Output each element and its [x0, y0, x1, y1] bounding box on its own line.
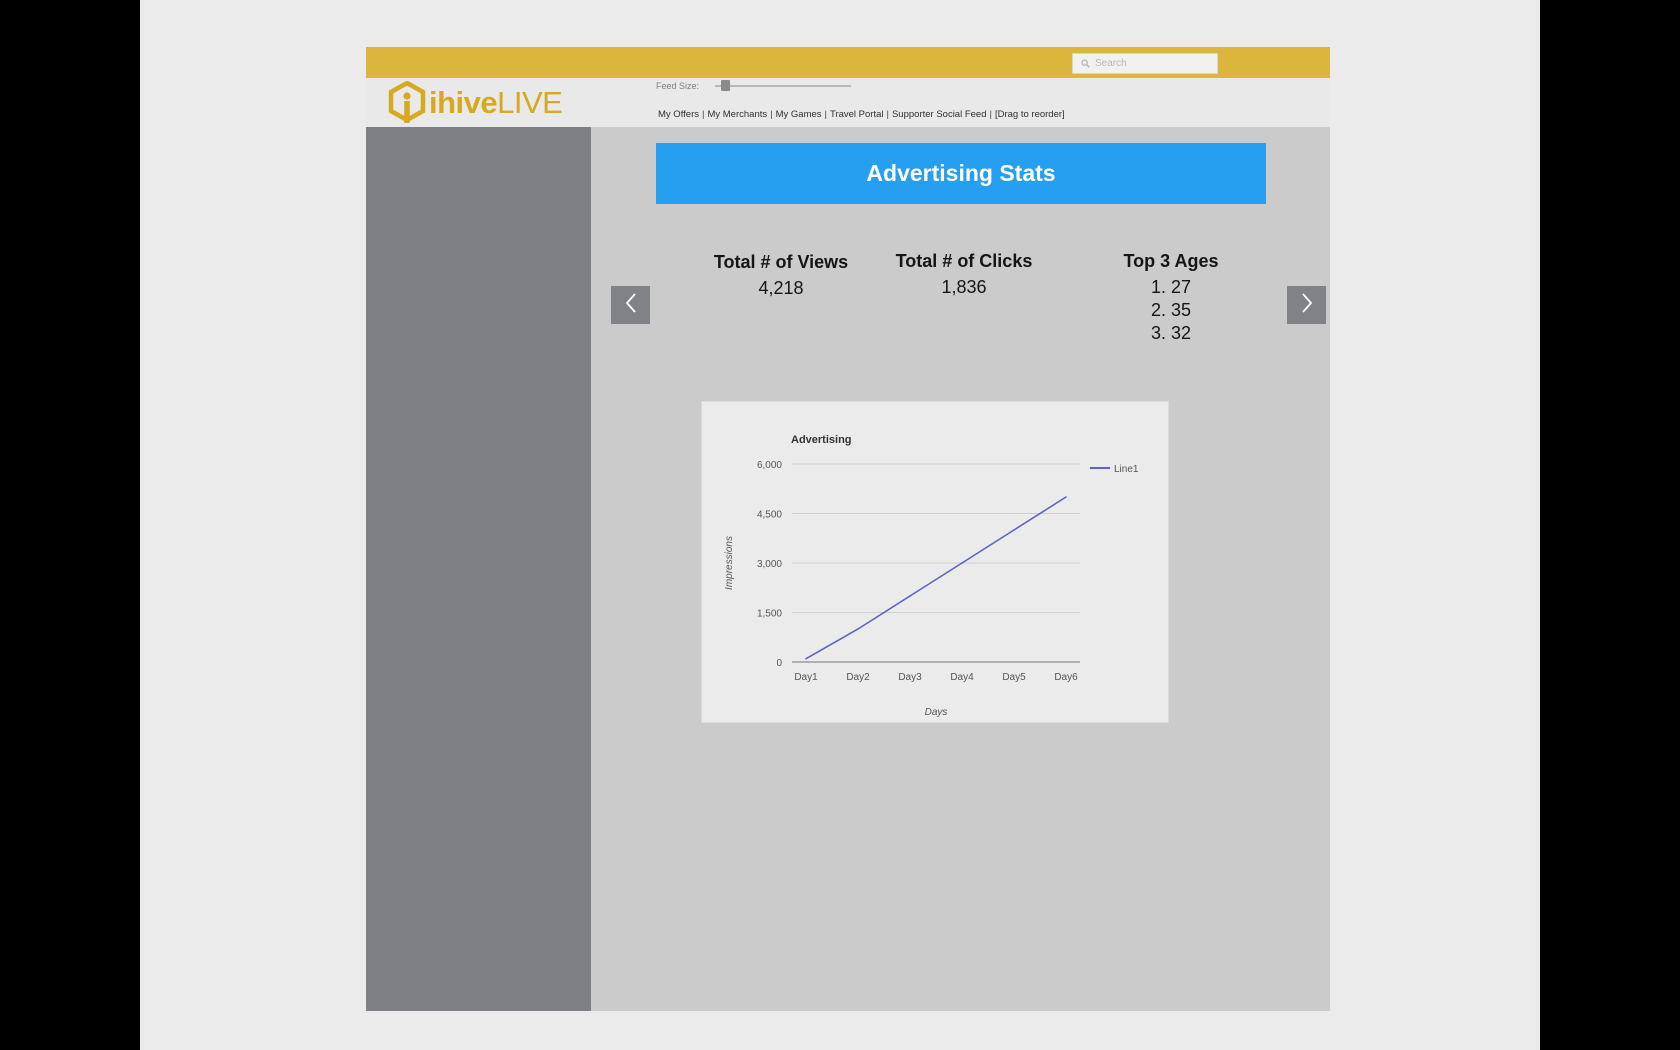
top-bar: [366, 47, 1330, 78]
x-axis-label: Days: [925, 707, 948, 718]
stat-ages-title: Top 3 Ages: [1123, 251, 1219, 271]
app-window: ihiveLIVE Feed Size: My Offers | My Merc…: [366, 47, 1330, 1011]
feed-size-label: Feed Size:: [656, 81, 700, 91]
nav-link-supporter-social-feed[interactable]: Supporter Social Feed: [892, 109, 987, 120]
chevron-right-icon: [1300, 292, 1314, 318]
y-tick-label: 3,000: [757, 559, 782, 570]
nav-links: My Offers | My Merchants | My Games | Tr…: [658, 109, 1065, 120]
series-line: [805, 496, 1067, 660]
y-tick-label: 0: [776, 658, 782, 669]
x-tick-label: Day2: [846, 672, 870, 683]
age-item: 1. 27: [1150, 277, 1192, 297]
nav-link-my-games[interactable]: My Games: [776, 109, 822, 120]
x-tick-label: Day6: [1054, 672, 1078, 683]
stat-ages: Top 3 Ages 1. 27 2. 35 3. 32: [1106, 251, 1236, 345]
nav-separator: |: [989, 109, 992, 120]
header: ihiveLIVE Feed Size: My Offers | My Merc…: [366, 78, 1330, 128]
legend-label: Line1: [1114, 464, 1139, 475]
x-tick-label: Day3: [898, 672, 922, 683]
stat-clicks: Total # of Clicks 1,836: [889, 251, 1039, 299]
data-point: [805, 657, 807, 660]
sidebar: [366, 127, 591, 1011]
data-point: [909, 595, 911, 597]
search-icon: [1081, 59, 1090, 68]
logo-text: ihiveLIVE: [429, 85, 563, 121]
stat-clicks-title: Total # of Clicks: [895, 251, 1033, 271]
data-point: [1065, 496, 1067, 498]
y-tick-label: 4,500: [757, 510, 782, 521]
page-title: Advertising Stats: [656, 143, 1266, 204]
stat-views-title: Total # of Views: [713, 252, 849, 272]
chevron-left-icon: [624, 292, 638, 318]
x-tick-label: Day1: [794, 672, 818, 683]
nav-separator: |: [824, 109, 827, 120]
prev-button[interactable]: [611, 286, 650, 324]
nav-link-travel-portal[interactable]: Travel Portal: [830, 109, 884, 120]
chart-title: Advertising: [791, 434, 852, 446]
main-content: Advertising Stats Total # of Views 4,218…: [591, 127, 1330, 1011]
y-tick-label: 1,500: [757, 609, 782, 620]
stat-clicks-value: 1,836: [941, 277, 987, 297]
stat-ages-value: 1. 27 2. 35 3. 32: [1106, 276, 1236, 345]
search-box[interactable]: [1072, 53, 1218, 74]
nav-link-my-offers[interactable]: My Offers: [658, 109, 699, 120]
nav-link-my-merchants[interactable]: My Merchants: [707, 109, 767, 120]
nav-separator: |: [886, 109, 889, 120]
next-button[interactable]: [1287, 286, 1326, 324]
search-input[interactable]: [1095, 58, 1205, 69]
feed-size-control: Feed Size:: [656, 80, 852, 91]
age-item: 3. 32: [1150, 323, 1192, 343]
x-tick-label: Day5: [1002, 672, 1026, 683]
chart-svg: Advertising 0 1,500 3,000 4,500 6,000 Day1 Day2…: [724, 434, 1139, 718]
x-tick-label: Day4: [950, 672, 974, 683]
logo-text-secondary: LIVE: [497, 85, 563, 120]
viewport: ihiveLIVE Feed Size: My Offers | My Merc…: [140, 0, 1540, 1050]
y-tick-label: 6,000: [757, 460, 782, 471]
advertising-chart: Advertising 0 1,500 3,000 4,500 6,000 Day1 Day2…: [701, 401, 1169, 723]
data-point: [857, 628, 859, 630]
stat-views: Total # of Views 4,218: [706, 252, 856, 300]
feed-size-slider[interactable]: [715, 80, 852, 91]
logo-text-primary: ihive: [429, 85, 498, 120]
age-item: 2. 35: [1150, 300, 1192, 320]
hive-logo-icon: [388, 80, 426, 125]
nav-link-drag-to-reorder[interactable]: [Drag to reorder]: [995, 109, 1065, 120]
data-point: [1013, 529, 1015, 531]
logo[interactable]: ihiveLIVE: [388, 80, 563, 125]
y-axis-label: Impressions: [724, 536, 735, 590]
data-point: [961, 562, 963, 564]
nav-separator: |: [702, 109, 705, 120]
nav-separator: |: [770, 109, 773, 120]
stat-views-value: 4,218: [758, 278, 804, 298]
slider-handle[interactable]: [721, 80, 731, 91]
